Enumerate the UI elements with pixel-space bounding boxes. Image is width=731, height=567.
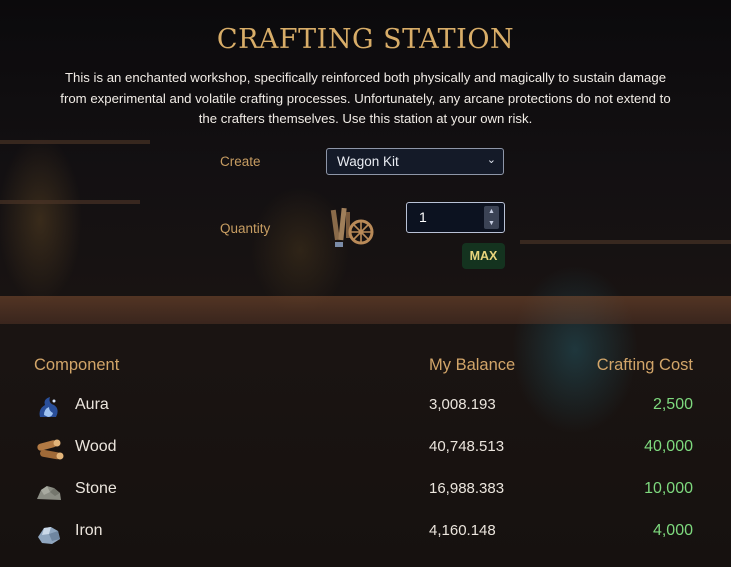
component-balance: 3,008.193	[429, 396, 496, 413]
iron-icon	[38, 527, 60, 544]
component-cost: 4,000	[652, 522, 693, 539]
quantity-label: Quantity	[220, 221, 271, 236]
background-shelf	[520, 240, 731, 244]
stone-icon	[37, 486, 61, 500]
component-name: Aura	[75, 396, 109, 413]
wagon-kit-icon	[330, 207, 374, 247]
page-title: CRAFTING STATION	[216, 24, 515, 55]
quantity-stepper[interactable]: ▲ ▼	[484, 206, 499, 229]
stepper-up-icon[interactable]: ▲	[488, 208, 495, 215]
component-cost: 40,000	[644, 438, 693, 455]
component-balance: 4,160.148	[429, 522, 496, 539]
wood-icon	[37, 439, 64, 460]
create-label: Create	[220, 154, 261, 169]
create-select-value: Wagon Kit	[337, 154, 399, 169]
table-row: Aura 3,008.193 2,500	[0, 396, 731, 438]
background-beam	[0, 296, 731, 324]
component-balance: 16,988.383	[429, 480, 505, 497]
component-balance: 40,748.513	[429, 438, 505, 455]
component-cost: 2,500	[652, 396, 693, 413]
cost-header: Crafting Cost	[596, 356, 693, 374]
quantity-input[interactable]: 1 ▲ ▼	[406, 202, 505, 233]
component-header: Component	[34, 356, 120, 374]
background-shelf	[0, 200, 140, 204]
table-row: Iron 4,160.148 4,000	[0, 522, 731, 564]
table-row: Stone 16,988.383 10,000	[0, 480, 731, 522]
background-shelf	[0, 140, 150, 144]
create-select[interactable]: Wagon Kit ⌄	[326, 148, 504, 175]
quantity-value: 1	[419, 209, 427, 225]
table-row: Wood 40,748.513 40,000	[0, 438, 731, 480]
max-button[interactable]: MAX	[462, 243, 505, 269]
balance-header: My Balance	[429, 356, 516, 374]
component-cost: 10,000	[644, 480, 693, 497]
component-name: Iron	[75, 522, 103, 539]
component-name: Wood	[75, 438, 117, 455]
component-name: Stone	[75, 480, 117, 497]
aura-icon	[39, 397, 58, 417]
page-description: This is an enchanted workshop, specifica…	[60, 70, 671, 126]
stepper-down-icon[interactable]: ▼	[488, 220, 495, 227]
chevron-down-icon: ⌄	[486, 154, 496, 166]
